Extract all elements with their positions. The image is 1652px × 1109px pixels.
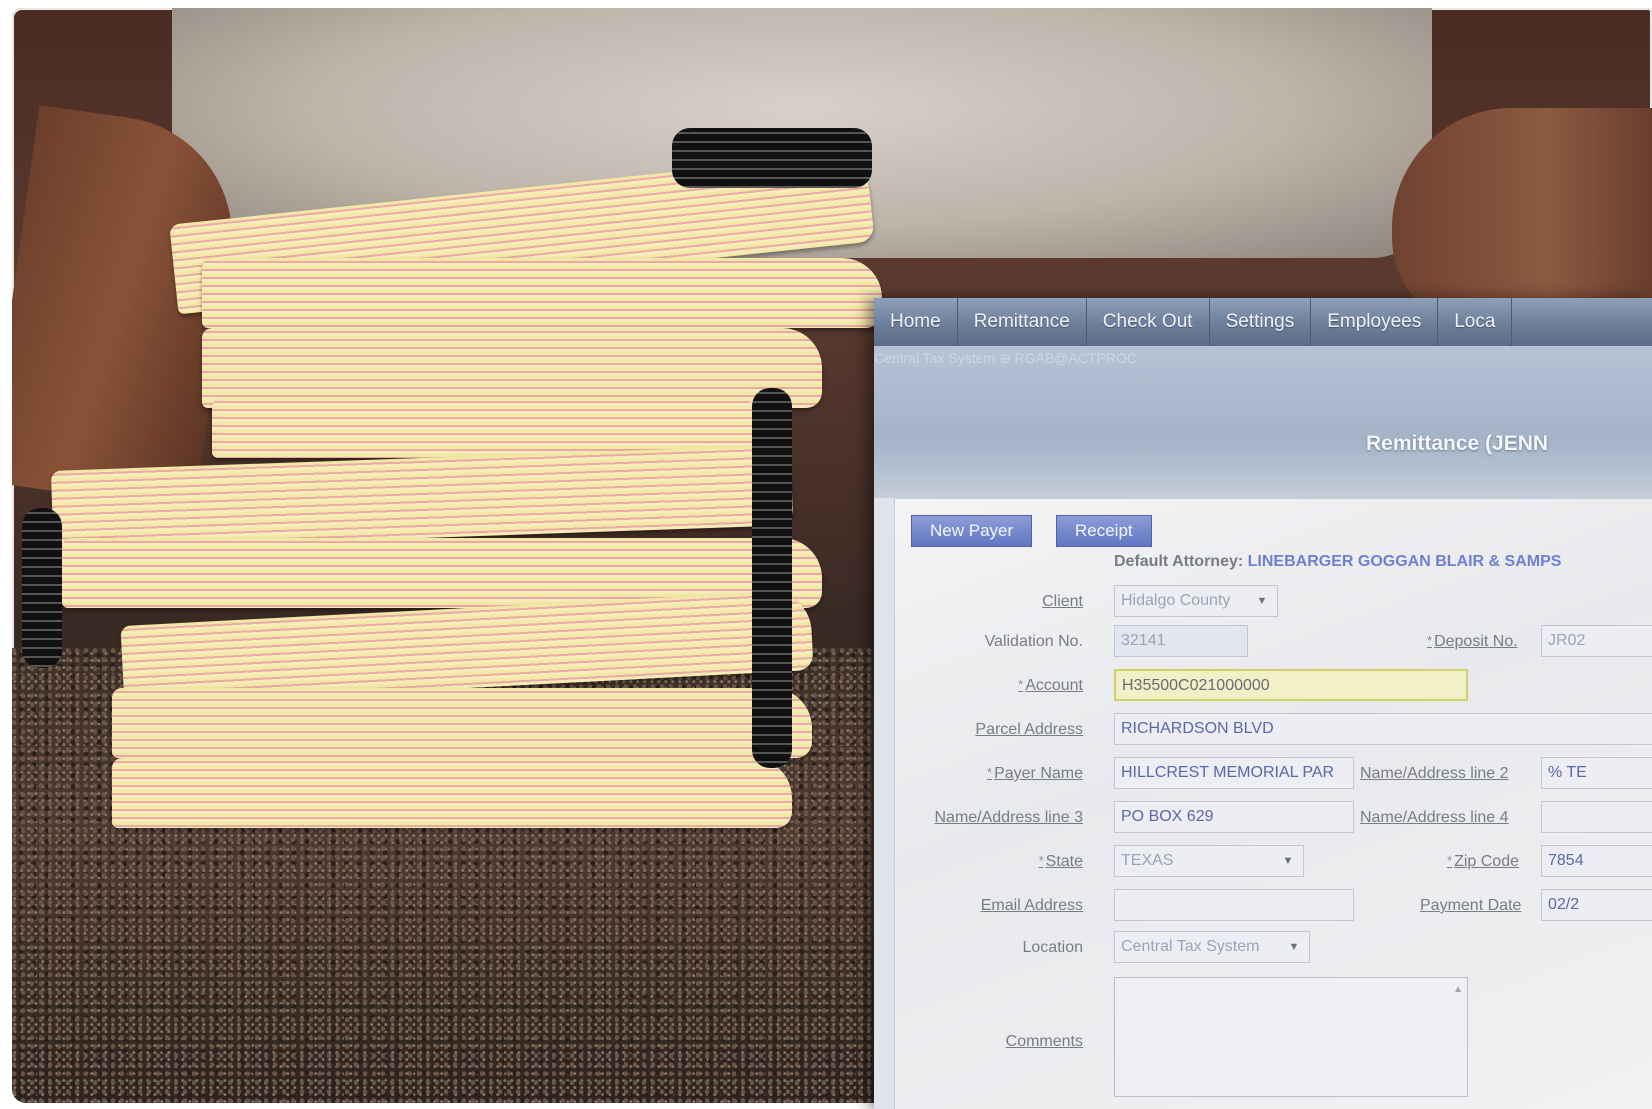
email-label: Email Address [980, 897, 1083, 914]
address-line-3-label: Name/Address line 3 [934, 809, 1083, 826]
payment-date-label: Payment Date [1420, 897, 1522, 914]
spiral-binding [22, 508, 62, 668]
page-title: Remittance (JENN [1366, 432, 1549, 455]
menu-check-out[interactable]: Check Out [1087, 298, 1210, 346]
zip-code-label-text: Zip Code [1454, 853, 1519, 870]
spiral-binding [672, 128, 872, 188]
booklet [112, 688, 812, 758]
zip-code-field[interactable]: 7854 [1541, 845, 1652, 877]
required-marker: * [1018, 677, 1024, 692]
booklet [50, 445, 794, 551]
default-attorney: Default Attorney: LINEBARGER GOGGAN BLAI… [1114, 553, 1561, 571]
chevron-down-icon: ▼ [1288, 941, 1300, 953]
payer-name-field[interactable]: HILLCREST MEMORIAL PAR [1114, 757, 1354, 789]
email-field[interactable] [1114, 889, 1354, 921]
client-label: Client [1042, 593, 1083, 610]
client-value: Hidalgo County [1121, 592, 1231, 609]
spiral-binding [752, 388, 792, 768]
chevron-down-icon: ▼ [1256, 595, 1268, 607]
zip-code-label: * Zip Code [1447, 853, 1519, 871]
deposit-label: * Deposit No. [1427, 633, 1518, 651]
booklet [202, 328, 822, 408]
account-field[interactable]: H35500C021000000 [1114, 669, 1468, 701]
booklet [112, 758, 792, 828]
menu-employees[interactable]: Employees [1311, 298, 1439, 346]
state-select[interactable]: TEXAS ▼ [1114, 845, 1304, 877]
account-label: * Account [1018, 677, 1083, 695]
required-marker: * [1038, 853, 1044, 868]
address-line-2-label: Name/Address line 2 [1360, 765, 1509, 782]
comments-label: Comments [1005, 1033, 1083, 1050]
required-marker: * [1447, 853, 1453, 868]
scroll-up-icon[interactable]: ▲ [1453, 984, 1463, 995]
required-marker: * [987, 765, 993, 780]
header-band: Central Tax System ⊕ RGAB@ACTPROC Remitt… [874, 346, 1652, 498]
payer-name-label: * Payer Name [987, 765, 1083, 783]
parcel-address-label: Parcel Address [975, 721, 1083, 738]
remittance-form: New Payer Receipt Default Attorney: LINE… [894, 498, 1652, 1109]
state-label: * State [1039, 853, 1083, 871]
location-select[interactable]: Central Tax System ▼ [1114, 931, 1310, 963]
address-line-2-field[interactable]: % TE [1541, 757, 1652, 789]
right-arm [1392, 108, 1652, 328]
app-window: Home Remittance Check Out Settings Emplo… [874, 298, 1652, 1109]
validation-label: Validation No. [984, 633, 1083, 650]
parcel-address-field[interactable]: RICHARDSON BLVD [1114, 713, 1652, 745]
validation-field[interactable]: 32141 [1114, 625, 1248, 657]
paper-stack [22, 128, 892, 848]
menu-home[interactable]: Home [874, 298, 958, 346]
location-value: Central Tax System [1121, 938, 1260, 955]
menu-remittance[interactable]: Remittance [958, 298, 1087, 346]
menu-settings[interactable]: Settings [1210, 298, 1312, 346]
comments-textarea[interactable]: ▲ [1114, 977, 1468, 1097]
default-attorney-value: LINEBARGER GOGGAN BLAIR & SAMPS [1247, 553, 1562, 570]
payment-date-field[interactable]: 02/2 [1541, 889, 1652, 921]
system-subtitle: Central Tax System ⊕ RGAB@ACTPROC [874, 350, 1137, 366]
address-line-3-field[interactable]: PO BOX 629 [1114, 801, 1354, 833]
location-label: Location [1022, 939, 1084, 956]
chevron-down-icon: ▼ [1282, 855, 1294, 867]
deposit-field[interactable]: JR02 [1541, 625, 1652, 657]
client-select[interactable]: Hidalgo County ▼ [1114, 585, 1278, 617]
menu-bar: Home Remittance Check Out Settings Emplo… [874, 298, 1652, 346]
address-line-4-label: Name/Address line 4 [1360, 809, 1509, 826]
account-label-text: Account [1025, 677, 1083, 694]
menu-location[interactable]: Loca [1438, 298, 1513, 346]
required-marker: * [1427, 633, 1433, 648]
payer-name-label-text: Payer Name [994, 765, 1083, 782]
default-attorney-label: Default Attorney: [1114, 553, 1244, 570]
receipt-button[interactable]: Receipt [1056, 515, 1152, 547]
address-line-4-field[interactable] [1541, 801, 1652, 833]
state-value: TEXAS [1121, 852, 1174, 869]
booklet [202, 258, 882, 328]
state-label-text: State [1045, 853, 1083, 870]
deposit-label-text: Deposit No. [1434, 633, 1518, 650]
new-payer-button[interactable]: New Payer [911, 515, 1033, 547]
